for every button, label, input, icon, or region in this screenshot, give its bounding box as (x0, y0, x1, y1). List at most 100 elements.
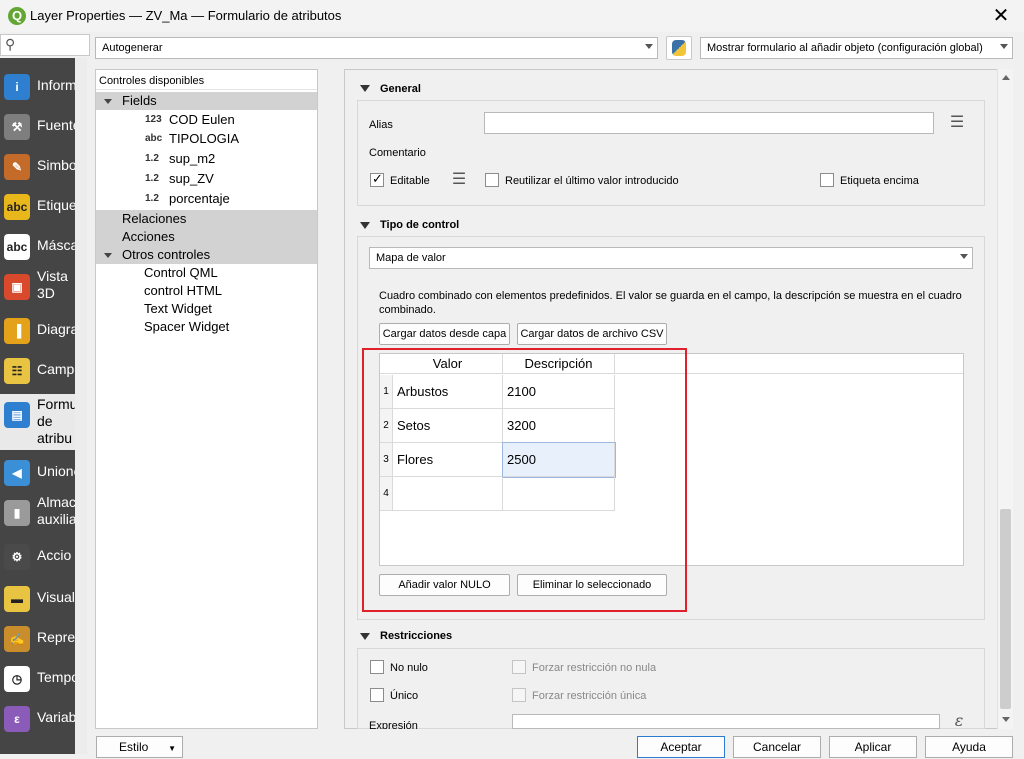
widget-type-section-title[interactable]: Tipo de control (380, 219, 459, 231)
tree-group-item[interactable]: Acciones (96, 228, 317, 246)
sidebar-item-clock[interactable]: ◷ Tempo (0, 658, 75, 698)
not-null-label: No nulo (390, 662, 428, 674)
sidebar-item-label: Variab (37, 709, 75, 725)
general-section-title[interactable]: General (380, 83, 421, 95)
python-init-button[interactable] (666, 36, 692, 60)
tree-group-item[interactable]: Fields (96, 92, 317, 110)
tree-item-label: TIPOLOGIA (169, 131, 240, 146)
sidebar-item-epsilon[interactable]: ε Variab (0, 698, 75, 738)
sidebar-item-info[interactable]: i Inform (0, 66, 75, 106)
tree-group-item[interactable]: Otros controles (96, 246, 317, 264)
sidebar-item-label: Accio (37, 547, 72, 563)
enforce-unique-checkbox[interactable] (512, 688, 526, 702)
constraints-section-title[interactable]: Restricciones (380, 630, 452, 642)
sidebar-item-label: Diagra (37, 321, 75, 337)
enforce-not-null-label: Forzar restricción no nula (532, 662, 657, 674)
chevron-down-icon (960, 254, 968, 259)
sidebar-item-tools[interactable]: ⚒ Fuente (0, 106, 75, 146)
alias-input[interactable] (484, 112, 934, 134)
sidebar-item-database[interactable]: ▮ Almac auxilia (0, 492, 75, 534)
delete-selected-button[interactable]: Eliminar lo seleccionado (517, 574, 667, 596)
tree-item-label: Control QML (144, 265, 218, 280)
sidebar-item-brush[interactable]: ✍ Repres (0, 618, 75, 658)
tree-expand-icon[interactable] (104, 99, 112, 104)
expression-builder-icon[interactable]: ε (946, 712, 972, 729)
reuse-last-value-checkbox[interactable] (485, 173, 499, 187)
alias-expression-icon[interactable]: ☰ (944, 112, 970, 134)
unique-checkbox[interactable] (370, 688, 384, 702)
style-button-label: Estilo (119, 740, 149, 754)
sidebar-item-label: Tempo (37, 669, 75, 685)
help-button[interactable]: Ayuda (925, 736, 1013, 758)
show-form-select[interactable]: Mostrar formulario al añadir objeto (con… (700, 37, 1013, 59)
widget-type-value: Mapa de valor (376, 252, 446, 264)
qgis-logo-icon: Q (8, 7, 26, 25)
sidebar-item-form[interactable]: ▤ Formu de atribu (0, 394, 75, 450)
widget-type-select[interactable]: Mapa de valor (369, 247, 973, 269)
tree-item[interactable]: control HTML (96, 282, 317, 300)
show-form-value: Mostrar formulario al añadir objeto (con… (707, 42, 983, 54)
properties-scrollbar[interactable] (997, 69, 1013, 729)
sidebar-item-action-gear[interactable]: ⚙ Accio (0, 536, 75, 576)
tree-item-label: Relaciones (122, 211, 187, 226)
scroll-down-icon[interactable] (1002, 717, 1010, 722)
add-null-value-button[interactable]: Añadir valor NULO (379, 574, 510, 596)
layout-mode-select[interactable]: Autogenerar (95, 37, 658, 59)
action-gear-icon: ⚙ (4, 544, 30, 570)
sidebar-item-join[interactable]: ◀ Unione (0, 452, 75, 492)
sidebar-item-cube-3d[interactable]: ▣ Vista 3D (0, 266, 75, 308)
constraint-expression-input[interactable] (512, 714, 940, 729)
sidebar-search-input[interactable]: ⚲ (0, 34, 90, 56)
tree-item-label: Fields (122, 93, 157, 108)
not-null-checkbox[interactable] (370, 660, 384, 674)
scrollbar-thumb[interactable] (1000, 509, 1011, 709)
tree-item-label: Spacer Widget (144, 319, 230, 334)
scroll-up-icon[interactable] (1002, 75, 1010, 80)
label-on-top-checkbox[interactable] (820, 173, 834, 187)
tree-item[interactable]: 1.2 sup_ZV (96, 170, 317, 188)
close-icon[interactable]: ✕ (988, 3, 1014, 29)
collapse-general-icon[interactable] (360, 85, 370, 92)
tooltip-icon: ▬ (4, 586, 30, 612)
tree-group-item[interactable]: Relaciones (96, 210, 317, 228)
sidebar-item-abc-label[interactable]: abc Etique (0, 186, 75, 226)
load-from-csv-button[interactable]: Cargar datos de archivo CSV (517, 323, 667, 345)
style-button[interactable]: Estilo ▼ (96, 736, 183, 758)
tree-item-label: Text Widget (144, 301, 212, 316)
sidebar-item-abc-mask[interactable]: abc Másca (0, 226, 75, 266)
sidebar-item-paint[interactable]: ✎ Simbo (0, 146, 75, 186)
collapse-widget-type-icon[interactable] (360, 222, 370, 229)
enforce-not-null-checkbox[interactable] (512, 660, 526, 674)
chevron-down-icon: ▼ (168, 744, 176, 753)
tree-expand-icon[interactable] (104, 253, 112, 258)
editable-expression-icon[interactable]: ☰ (446, 169, 472, 191)
sidebar-item-fields[interactable]: ☷ Campo (0, 350, 75, 390)
tree-item[interactable]: abc TIPOLOGIA (96, 130, 317, 148)
tree-item[interactable]: Spacer Widget (96, 318, 317, 336)
alias-label: Alias (369, 119, 393, 131)
load-from-layer-button[interactable]: Cargar datos desde capa (379, 323, 510, 345)
tree-item[interactable]: 1.2 porcentaje (96, 190, 317, 208)
database-icon: ▮ (4, 500, 30, 526)
tree-item-label: COD Eulen (169, 112, 235, 127)
accept-button[interactable]: Aceptar (637, 736, 725, 758)
expression-label: Expresión (369, 720, 418, 729)
editable-checkbox[interactable] (370, 171, 384, 187)
sidebar-splitter[interactable] (75, 58, 87, 754)
tree-item[interactable]: 123 COD Eulen (96, 111, 317, 129)
sidebar-item-tooltip[interactable]: ▬ Visuali (0, 578, 75, 618)
field-type-icon: 1.2 (145, 173, 159, 184)
sidebar-item-label: Másca (37, 237, 75, 253)
collapse-constraints-icon[interactable] (360, 633, 370, 640)
apply-button[interactable]: Aplicar (829, 736, 917, 758)
tree-item[interactable]: 1.2 sup_m2 (96, 150, 317, 168)
tree-item[interactable]: Text Widget (96, 300, 317, 318)
sidebar-item-diagram[interactable]: ▐ Diagra (0, 310, 75, 350)
tree-item[interactable]: Control QML (96, 264, 317, 282)
cancel-button[interactable]: Cancelar (733, 736, 821, 758)
tree-item-label: sup_m2 (169, 151, 216, 166)
label-on-top-label: Etiqueta encima (840, 175, 919, 187)
window-title: Layer Properties — ZV_Ma — Formulario de… (30, 8, 342, 23)
abc-label-icon: abc (4, 194, 30, 220)
tools-icon: ⚒ (4, 114, 30, 140)
